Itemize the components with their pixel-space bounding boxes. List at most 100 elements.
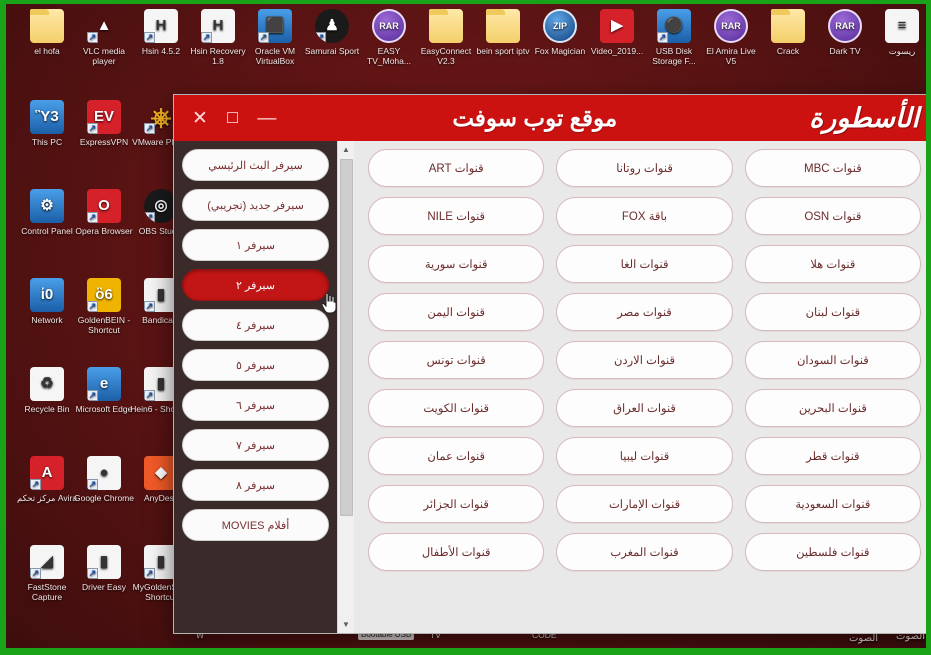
- channel-button[interactable]: قنوات السودان: [744, 341, 921, 379]
- desktop-icon-label: EasyConnect V2.3: [420, 46, 472, 66]
- desktop-icon-top-10[interactable]: ▶ Video_2019...: [586, 9, 648, 56]
- desktop-icon-left-4[interactable]: O ↗ Opera Browser: [73, 189, 135, 236]
- channel-button[interactable]: قنوات سورية: [368, 245, 545, 283]
- channel-button[interactable]: قنوات MBC: [744, 149, 921, 187]
- desktop-icon-top-14[interactable]: RAR Dark TV: [814, 9, 876, 56]
- server-button-6[interactable]: سيرفر ٦: [182, 389, 329, 421]
- desktop-icon-left-13[interactable]: ● ↗ Google Chrome: [73, 456, 135, 503]
- channel-button[interactable]: قنوات الغا: [556, 245, 733, 283]
- channel-button[interactable]: قنوات هلا: [744, 245, 921, 283]
- desktop-icon-left-12[interactable]: A ↗ مركز تحكم Avira: [16, 456, 78, 503]
- desktop-icon-top-4[interactable]: ⬛ ↗ Oracle VM VirtualBox: [244, 9, 306, 66]
- close-icon[interactable]: ✕: [190, 109, 210, 128]
- vertical-scrollbar[interactable]: ▲ ▼: [337, 141, 354, 633]
- channel-button[interactable]: قنوات تونس: [368, 341, 545, 379]
- desktop-icon-left-16[interactable]: ▮ ↗ Driver Easy: [73, 545, 135, 592]
- channel-button[interactable]: قنوات الكويت: [368, 389, 545, 427]
- shortcut-arrow-icon: ↗: [87, 390, 98, 401]
- desktop-icon-top-6[interactable]: RAR EASY TV_Moha...: [358, 9, 420, 66]
- desktop-icon-left-7[interactable]: ὃ6 ↗ GoldenBEIN - Shortcut: [73, 278, 135, 335]
- recycle-bin-icon: ♻: [30, 367, 64, 401]
- maximize-icon[interactable]: ☐: [224, 109, 241, 128]
- scroll-up-icon[interactable]: ▲: [338, 141, 354, 158]
- minimize-icon[interactable]: —: [255, 109, 278, 128]
- folder-icon: [429, 9, 463, 43]
- desktop-icon-label: Microsoft Edge: [75, 404, 133, 414]
- channel-button[interactable]: قنوات روتانا: [556, 149, 733, 187]
- server-button-0[interactable]: سيرفر البث الرئيسي: [182, 149, 329, 181]
- channel-button[interactable]: قنوات ليبيا: [556, 437, 733, 475]
- control-panel-icon: ⚙: [30, 189, 64, 223]
- scrollbar-thumb[interactable]: [340, 159, 353, 516]
- server-sidebar: سيرفر البث الرئيسي سيرفر جديد (تجريبي) سير…: [174, 141, 337, 633]
- channel-button[interactable]: قنوات الجزائر: [368, 485, 545, 523]
- channel-button[interactable]: قنوات المغرب: [556, 533, 733, 571]
- window-titlebar: ✕ ☐ — موقع توب سوفت الأسطورة: [174, 95, 926, 141]
- server-button-4[interactable]: سيرفر ٤: [182, 309, 329, 341]
- server-button-3[interactable]: سيرفر ٢: [182, 269, 337, 314]
- desktop-icon-top-3[interactable]: H ↗ Hsin Recovery 1.8: [187, 9, 249, 66]
- shortcut-arrow-icon: ↗: [87, 32, 98, 43]
- desktop-icon-left-3[interactable]: ⚙ Control Panel: [16, 189, 78, 236]
- desktop-icon-top-2[interactable]: H ↗ Hsin 4.5.2: [130, 9, 192, 56]
- desktop-icon-label: Driver Easy: [82, 582, 126, 592]
- desktop-icon-label: EASY TV_Moha...: [367, 46, 411, 66]
- server-button-1[interactable]: سيرفر جديد (تجريبي): [182, 189, 329, 221]
- server-button-8[interactable]: سيرفر ٨: [182, 469, 329, 501]
- channel-grid: قنوات MBC قنوات روتانا قنوات ART قنوات OSN ب…: [368, 149, 921, 571]
- desktop-icon-left-1[interactable]: EV ↗ ExpressVPN: [73, 100, 135, 147]
- desktop-icon-top-5[interactable]: ♟ ↗ Samurai Sport: [301, 9, 363, 56]
- document-icon: ≡: [885, 9, 919, 43]
- desktop-icon-top-1[interactable]: ▲ ↗ VLC media player: [73, 9, 135, 66]
- avira-icon: A ↗: [30, 456, 64, 490]
- server-button-5[interactable]: سيرفر ٥: [182, 349, 329, 381]
- hsin-recovery-icon: H ↗: [201, 9, 235, 43]
- folder-user-icon: [30, 9, 64, 43]
- shortcut-arrow-icon: ↗: [315, 32, 326, 43]
- channel-button[interactable]: قنوات ART: [368, 149, 545, 187]
- desktop-icon-top-8[interactable]: bein sport iptv: [472, 9, 534, 56]
- virtualbox-icon: ⬛ ↗: [258, 9, 292, 43]
- channel-button[interactable]: قنوات الأطفال: [368, 533, 545, 571]
- desktop-icon-left-10[interactable]: e ↗ Microsoft Edge: [73, 367, 135, 414]
- desktop-icon-top-15[interactable]: ≡ ريسوت: [871, 9, 926, 56]
- desktop-icon-label: Google Chrome: [73, 493, 134, 503]
- desktop-icon-left-0[interactable]: Ὓ3 This PC: [16, 100, 78, 147]
- desktop-icon-left-9[interactable]: ♻ Recycle Bin: [16, 367, 78, 414]
- channel-button[interactable]: قنوات لبنان: [744, 293, 921, 331]
- channel-button[interactable]: قنوات البحرين: [744, 389, 921, 427]
- desktop-icon-top-0[interactable]: el hofa: [16, 9, 78, 56]
- rar-archive-icon: RAR: [828, 9, 862, 43]
- server-button-7[interactable]: سيرفر ٧: [182, 429, 329, 461]
- channel-button[interactable]: قنوات OSN: [744, 197, 921, 235]
- desktop-icon-top-9[interactable]: ZIP Fox Magician: [529, 9, 591, 56]
- desktop-icon-label: Fox Magician: [534, 46, 586, 56]
- shortcut-arrow-icon: ↗: [87, 123, 98, 134]
- desktop-icon-label: VLC media player: [82, 46, 126, 66]
- channel-button[interactable]: قنوات العراق: [556, 389, 733, 427]
- desktop-icon-left-6[interactable]: ἱ0 Network: [16, 278, 78, 325]
- channel-button[interactable]: قنوات فلسطين: [744, 533, 921, 571]
- desktop-icon-top-12[interactable]: RAR El Amira Live V5: [700, 9, 762, 66]
- channel-button[interactable]: قنوات NILE: [368, 197, 545, 235]
- window-controls: ✕ ☐ —: [174, 109, 278, 128]
- channel-button[interactable]: قنوات الإمارات: [556, 485, 733, 523]
- channel-button[interactable]: قنوات قطر: [744, 437, 921, 475]
- desktop-icon-top-7[interactable]: EasyConnect V2.3: [415, 9, 477, 66]
- scroll-down-icon[interactable]: ▼: [338, 616, 354, 633]
- desktop-icon-top-13[interactable]: Crack: [757, 9, 819, 56]
- channel-button[interactable]: قنوات الاردن: [556, 341, 733, 379]
- desktop-icon-label: This PC: [31, 137, 63, 147]
- desktop-icon-left-15[interactable]: ◢ ↗ FastStone Capture: [16, 545, 78, 602]
- channel-button[interactable]: قنوات اليمن: [368, 293, 545, 331]
- channel-button[interactable]: قنوات السعودية: [744, 485, 921, 523]
- channel-grid-area: قنوات MBC قنوات روتانا قنوات ART قنوات OSN ب…: [354, 141, 926, 633]
- channel-button[interactable]: باقة FOX: [556, 197, 733, 235]
- channel-button[interactable]: قنوات عمان: [368, 437, 545, 475]
- channel-button[interactable]: قنوات مصر: [556, 293, 733, 331]
- server-button-9[interactable]: أفلام MOVIES: [182, 509, 329, 541]
- desktop-icon-top-11[interactable]: ⚫ ↗ USB Disk Storage F...: [643, 9, 705, 66]
- shortcut-arrow-icon: ↗: [87, 212, 98, 223]
- desktop-icon-label: el hofa: [34, 46, 60, 56]
- server-button-2[interactable]: سيرفر ١: [182, 229, 329, 261]
